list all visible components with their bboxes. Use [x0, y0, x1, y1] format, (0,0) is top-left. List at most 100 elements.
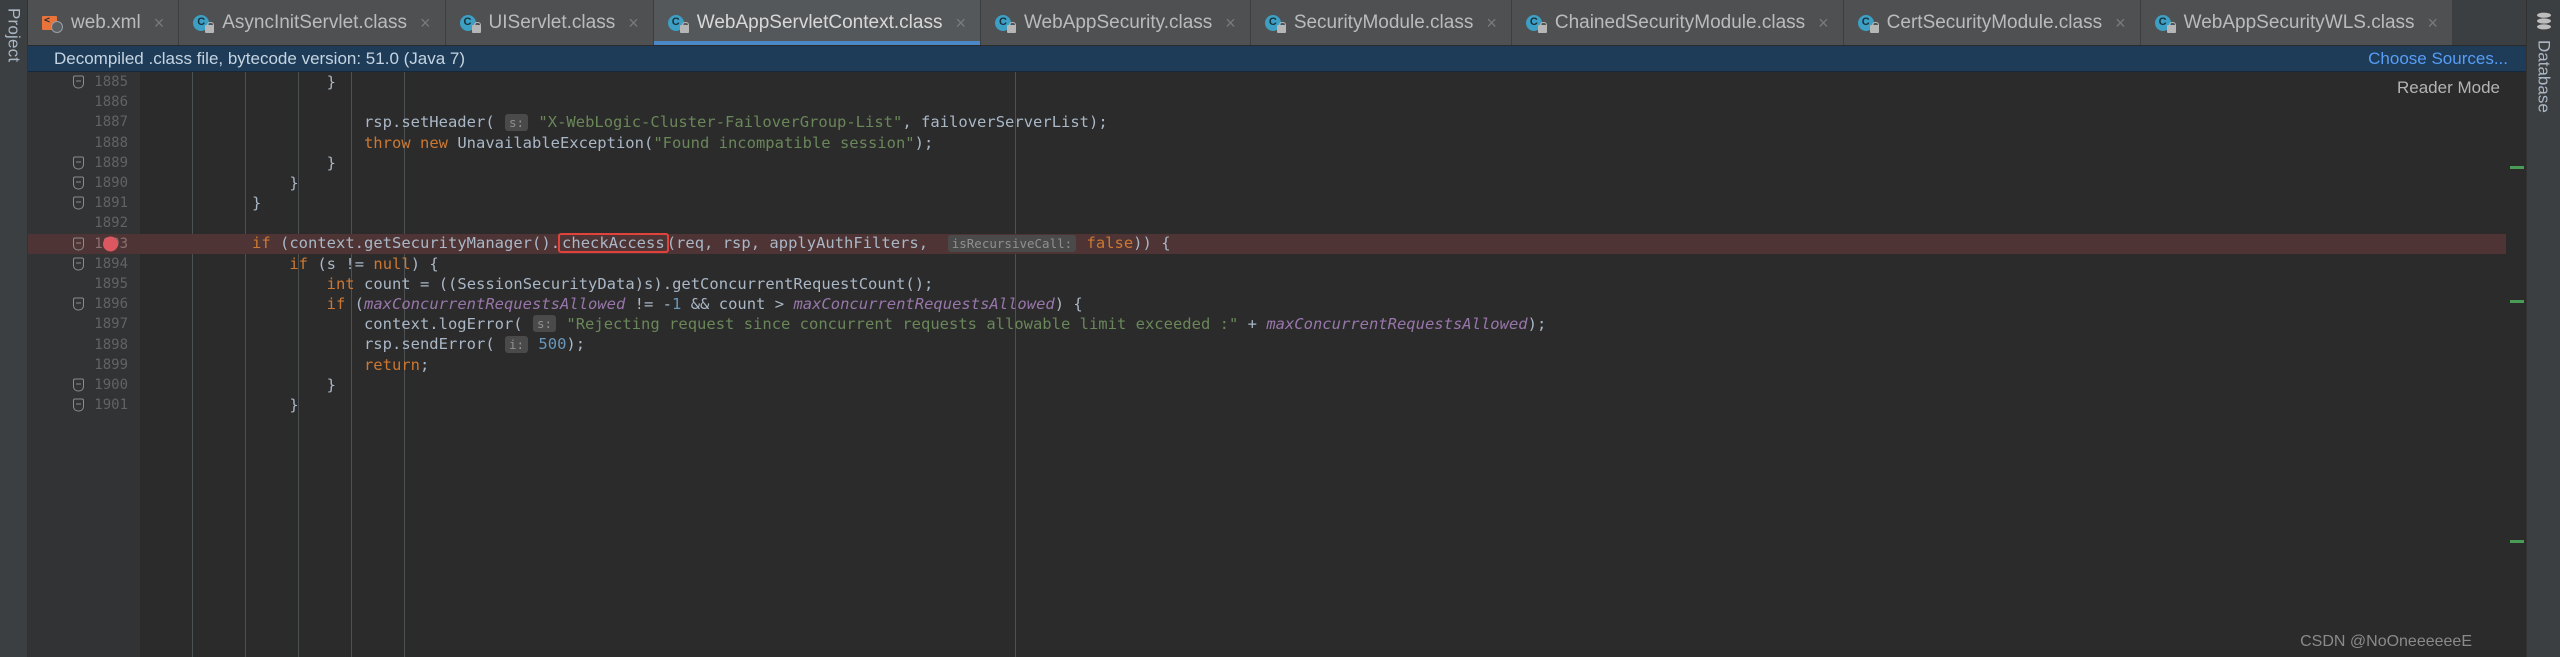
- scrollbar-marker-strip[interactable]: [2506, 72, 2526, 657]
- left-tool-strip: Project: [0, 0, 28, 657]
- code-line[interactable]: rsp.sendError( i: 500);: [140, 334, 2526, 354]
- gutter-row[interactable]: 1891: [28, 193, 140, 213]
- close-icon[interactable]: ×: [154, 14, 165, 32]
- editor-tab-web-xml[interactable]: web.xml ×: [28, 0, 180, 45]
- code-fold-icon[interactable]: [73, 237, 84, 251]
- code-fold-icon[interactable]: [73, 257, 84, 271]
- editor-tab-label: CertSecurityModule.class: [1886, 12, 2103, 33]
- editor-tab-label: WebAppSecurity.class: [1023, 12, 1213, 33]
- class-file-icon: C: [2154, 13, 2176, 33]
- code-line[interactable]: }: [140, 193, 2526, 213]
- editor-gutter[interactable]: 1885 1886 1887 1888 1889 1890 1891 189218931894…: [28, 72, 140, 657]
- gutter-row[interactable]: 1886: [28, 92, 140, 112]
- line-number: 1892: [94, 215, 128, 232]
- code-line[interactable]: [140, 92, 2526, 112]
- gutter-row[interactable]: 1893: [28, 233, 140, 254]
- sidebar-item-database[interactable]: Database: [2534, 40, 2554, 113]
- code-line[interactable]: [140, 213, 2526, 233]
- inline-parameter-hint: i:: [505, 335, 529, 353]
- code-fold-icon[interactable]: [73, 297, 84, 311]
- code-line[interactable]: context.logError( s: "Rejecting request …: [140, 314, 2526, 334]
- inline-parameter-hint: isRecursiveCall:: [947, 234, 1077, 252]
- editor-tab-webappsecuritywls-class[interactable]: C WebAppSecurityWLS.class ×: [2140, 0, 2454, 45]
- gutter-row[interactable]: 1899: [28, 355, 140, 375]
- code-line[interactable]: rsp.setHeader( s: "X-WebLogic-Cluster-Fa…: [140, 112, 2526, 132]
- editor-tab-certsecuritymodule-class[interactable]: C CertSecurityModule.class ×: [1843, 0, 2141, 45]
- code-line[interactable]: throw new UnavailableException("Found in…: [140, 133, 2526, 153]
- code-line[interactable]: }: [140, 72, 2526, 92]
- editor-tab-webappservletcontext-class[interactable]: C WebAppServletContext.class ×: [653, 0, 981, 45]
- code-line[interactable]: if (context.getSecurityManager(). checkAc…: [140, 233, 2526, 254]
- database-icon[interactable]: [2535, 12, 2553, 36]
- code-fold-icon[interactable]: [73, 378, 84, 392]
- watermark-label: CSDN @NoOneeeeeeE: [2300, 633, 2472, 650]
- code-line-text: }: [289, 173, 299, 192]
- code-line[interactable]: int count = ((SessionSecurityData)s).get…: [140, 274, 2526, 294]
- editor-tab-label: web.xml: [71, 12, 141, 33]
- gutter-row[interactable]: 1900: [28, 375, 140, 395]
- close-icon[interactable]: ×: [1818, 14, 1829, 32]
- gutter-row[interactable]: 1889: [28, 153, 140, 173]
- code-fold-icon[interactable]: [73, 196, 84, 210]
- code-line-text: if (s != null) {: [289, 254, 439, 273]
- close-icon[interactable]: ×: [955, 14, 966, 32]
- gutter-row[interactable]: 1901: [28, 395, 140, 415]
- code-line-text: rsp.sendError( i: 500);: [363, 335, 586, 354]
- line-number: 1901: [94, 397, 128, 414]
- line-number: 1899: [94, 356, 128, 373]
- gutter-row[interactable]: 1894: [28, 254, 140, 274]
- line-number: 1889: [94, 154, 128, 171]
- code-line-text: }: [326, 375, 336, 394]
- class-file-icon: C: [1857, 13, 1879, 33]
- scrollbar-marker[interactable]: [2510, 300, 2524, 304]
- choose-sources-link[interactable]: Choose Sources...: [2368, 50, 2508, 67]
- editor-tab-webappsecurity-class[interactable]: C WebAppSecurity.class ×: [980, 0, 1251, 45]
- code-line-text: throw new UnavailableException("Found in…: [363, 133, 934, 152]
- gutter-row[interactable]: 1895: [28, 274, 140, 294]
- gutter-row[interactable]: 1897: [28, 314, 140, 334]
- xml-file-icon: [42, 13, 63, 33]
- decompiled-notification-message: Decompiled .class file, bytecode version…: [54, 49, 466, 68]
- gutter-row[interactable]: 1898: [28, 334, 140, 354]
- editor-tab-asyncinitservlet-class[interactable]: C AsyncInitServlet.class ×: [179, 0, 446, 45]
- line-number: 1890: [94, 175, 128, 192]
- close-icon[interactable]: ×: [2115, 14, 2126, 32]
- close-icon[interactable]: ×: [1225, 14, 1236, 32]
- code-line[interactable]: }: [140, 173, 2526, 193]
- editor-tab-uiservlet-class[interactable]: C UIServlet.class ×: [445, 0, 654, 45]
- class-file-icon: C: [193, 13, 215, 33]
- editor-tab-securitymodule-class[interactable]: C SecurityModule.class ×: [1250, 0, 1512, 45]
- breakpoint-icon[interactable]: [103, 236, 118, 252]
- code-fold-icon[interactable]: [73, 398, 84, 412]
- scrollbar-marker[interactable]: [2510, 540, 2524, 543]
- tab-bar-empty-space: [2453, 0, 2526, 45]
- class-file-icon: C: [667, 13, 689, 33]
- editor-tab-chainedsecuritymodule-class[interactable]: C ChainedSecurityModule.class ×: [1511, 0, 1844, 45]
- gutter-row[interactable]: 1890: [28, 173, 140, 193]
- code-line[interactable]: if (maxConcurrentRequestsAllowed != -1 &…: [140, 294, 2526, 314]
- gutter-row[interactable]: 1896: [28, 294, 140, 314]
- code-fold-icon[interactable]: [73, 75, 84, 89]
- code-line[interactable]: if (s != null) {: [140, 254, 2526, 274]
- code-line[interactable]: return;: [140, 355, 2526, 375]
- line-number: 1898: [94, 336, 128, 353]
- code-line[interactable]: }: [140, 395, 2526, 415]
- code-line[interactable]: }: [140, 375, 2526, 395]
- reader-mode-label[interactable]: Reader Mode: [2397, 78, 2500, 98]
- code-pane[interactable]: } rsp.setHeader( s: "X-WebLogic-Cluster-…: [140, 72, 2526, 657]
- close-icon[interactable]: ×: [2428, 14, 2439, 32]
- gutter-row[interactable]: 1892: [28, 213, 140, 233]
- gutter-row[interactable]: 1887: [28, 112, 140, 132]
- sidebar-item-project[interactable]: Project: [4, 8, 24, 62]
- close-icon[interactable]: ×: [1486, 14, 1497, 32]
- class-file-icon: C: [459, 13, 481, 33]
- line-number: 1900: [94, 376, 128, 393]
- close-icon[interactable]: ×: [628, 14, 639, 32]
- code-fold-icon[interactable]: [73, 156, 84, 170]
- code-fold-icon[interactable]: [73, 176, 84, 190]
- code-line[interactable]: }: [140, 153, 2526, 173]
- scrollbar-marker[interactable]: [2510, 165, 2524, 169]
- gutter-row[interactable]: 1885: [28, 72, 140, 92]
- gutter-row[interactable]: 1888: [28, 133, 140, 153]
- close-icon[interactable]: ×: [420, 14, 431, 32]
